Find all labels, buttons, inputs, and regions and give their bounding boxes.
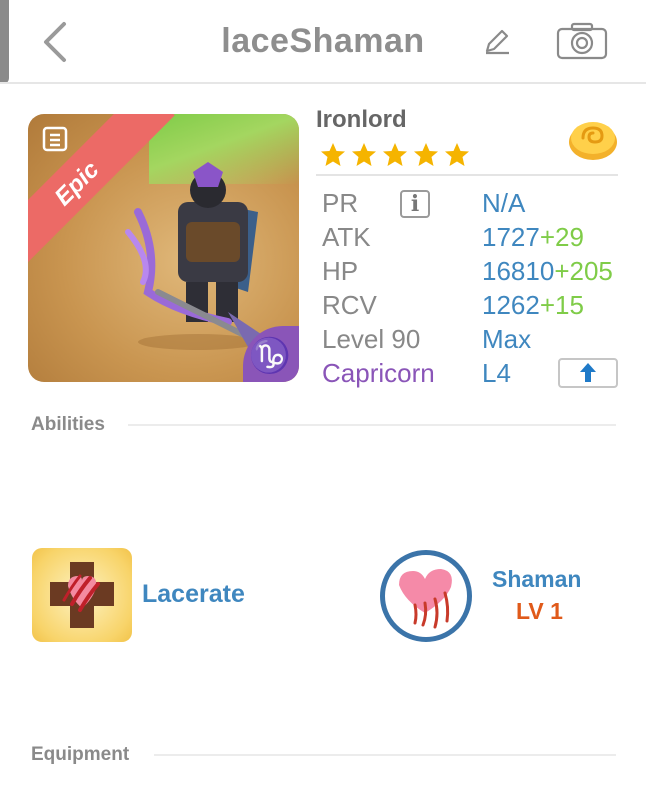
class-level: LV 1: [516, 598, 563, 624]
star-icon: [383, 143, 407, 166]
skill-name[interactable]: Lacerate: [142, 580, 245, 609]
zodiac-level: L4: [482, 358, 511, 388]
gold-coin-button[interactable]: [566, 116, 620, 162]
abilities-divider: [128, 424, 616, 426]
card-icon: [42, 126, 68, 152]
hero-artwork: [125, 162, 273, 350]
equipment-divider: [154, 754, 616, 756]
pr-label: PR: [322, 188, 359, 218]
gold-coin-icon: [569, 122, 617, 160]
divider: [316, 174, 618, 176]
lacerate-icon: [50, 562, 114, 628]
hero-portrait[interactable]: Epic ♑: [28, 114, 299, 382]
arrow-up-icon: [580, 363, 596, 382]
pr-value: N/A: [482, 188, 526, 218]
pencil-icon: [485, 29, 509, 55]
atk-label: ATK: [322, 222, 371, 252]
abilities-heading: Abilities: [31, 414, 105, 435]
camera-button[interactable]: [556, 22, 608, 60]
stat-row-level: Level 90 Max: [322, 324, 622, 356]
star-icon: [445, 143, 469, 166]
camera-icon: [556, 22, 608, 60]
edit-name-button[interactable]: [482, 26, 512, 56]
atk-bonus: +29: [539, 222, 584, 252]
class-name[interactable]: Shaman: [492, 566, 581, 593]
zodiac-upgrade-button[interactable]: [558, 358, 618, 388]
hp-label: HP: [322, 256, 359, 286]
hp-bonus: +205: [554, 256, 613, 286]
level-value: Max: [482, 324, 532, 354]
stat-row-hp: HP 16810+205: [322, 256, 622, 288]
lacerate-skill-icon[interactable]: [32, 548, 132, 642]
hp-value: 16810: [482, 256, 555, 286]
star-icon: [321, 143, 345, 166]
star-icon: [352, 143, 376, 166]
shaman-class-icon[interactable]: [380, 550, 472, 642]
zodiac-label: Capricorn: [322, 358, 435, 388]
star-rating: [320, 142, 470, 168]
hero-name: Ironlord: [316, 106, 407, 133]
atk-value-group: 1727+29: [482, 222, 584, 253]
stat-row-pr: PR i N/A: [322, 188, 622, 220]
rcv-value: 1262: [482, 290, 540, 320]
atk-value: 1727: [482, 222, 540, 252]
equipment-heading: Equipment: [31, 744, 130, 765]
nav-header: laceShaman: [0, 0, 646, 84]
page-title: laceShaman: [221, 22, 425, 60]
capricorn-icon: ♑: [248, 337, 291, 375]
rcv-bonus: +15: [539, 290, 584, 320]
stat-row-zodiac: Capricorn L4: [322, 358, 622, 390]
rcv-label: RCV: [322, 290, 377, 320]
stat-row-rcv: RCV 1262+15: [322, 290, 622, 322]
info-button[interactable]: i: [400, 190, 430, 218]
stat-row-atk: ATK 1727+29: [322, 222, 622, 254]
hp-value-group: 16810+205: [482, 256, 613, 287]
rcv-value-group: 1262+15: [482, 290, 584, 321]
shaman-heart-claw-icon: [399, 569, 452, 629]
level-label: Level 90: [322, 324, 421, 354]
star-icon: [414, 143, 438, 166]
